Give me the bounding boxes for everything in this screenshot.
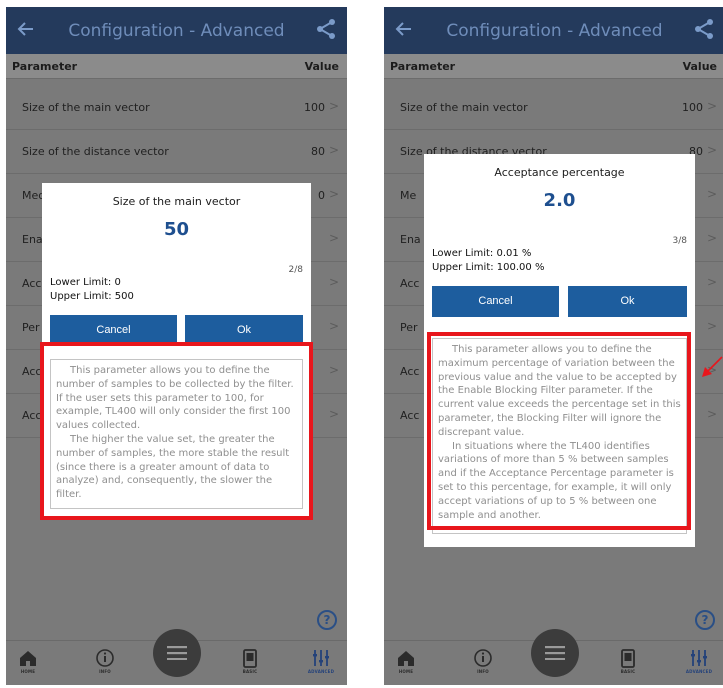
row-label: Size of the main vector	[400, 101, 528, 114]
app-header: Configuration - Advanced	[384, 7, 723, 54]
chevron-right-icon: >	[706, 99, 717, 113]
lower-limit: Lower Limit: 0.01 %	[432, 248, 532, 259]
nav-label-basic: BASIC	[620, 669, 636, 674]
home-icon	[20, 651, 36, 666]
info-icon	[474, 649, 492, 667]
nav-home[interactable]: HOME	[6, 641, 50, 685]
back-arrow-icon[interactable]	[14, 17, 38, 41]
nav-advanced[interactable]: ADVANCED	[677, 641, 721, 685]
device-icon	[243, 649, 257, 668]
row-value: 80	[311, 145, 325, 158]
share-icon[interactable]	[693, 18, 715, 40]
page-title: Configuration - Advanced	[446, 20, 663, 41]
row-label: Me	[400, 189, 417, 202]
bottom-nav: HOME INFO BASIC ADVANCED	[6, 629, 347, 685]
dialog-value[interactable]: 2.0	[424, 190, 695, 211]
dialog-title: Acceptance percentage	[494, 166, 625, 179]
chevron-right-icon: >	[706, 231, 717, 245]
row-label: Acc	[400, 365, 420, 378]
help-icon[interactable]: ?	[317, 610, 337, 630]
lower-limit: Lower Limit: 0	[50, 277, 121, 288]
page-title: Configuration - Advanced	[68, 20, 285, 41]
highlight-box-left	[40, 342, 313, 520]
column-header-parameter: Parameter	[390, 60, 456, 73]
row-label: Ena	[400, 233, 421, 246]
app-header: Configuration - Advanced	[6, 7, 347, 54]
row-label: Acc	[22, 277, 42, 290]
sliders-icon	[313, 650, 329, 666]
row-label: Size of the main vector	[22, 101, 150, 114]
nav-label-home: HOME	[20, 669, 36, 674]
upper-limit: Upper Limit: 100.00 %	[432, 262, 545, 273]
chevron-right-icon: >	[328, 231, 339, 245]
chevron-right-icon: >	[328, 407, 339, 421]
annotation-arrow-icon	[702, 356, 723, 377]
nav-label-advanced: ADVANCED	[307, 669, 335, 674]
chevron-right-icon: >	[328, 99, 339, 113]
row-label: Acc	[22, 409, 42, 422]
chevron-right-icon: >	[706, 143, 717, 157]
chevron-right-icon: >	[328, 275, 339, 289]
bottom-nav: HOME INFO BASIC ADVANCED	[384, 629, 723, 685]
chevron-right-icon: >	[706, 275, 717, 289]
row-label: Ena	[22, 233, 43, 246]
chevron-right-icon: >	[328, 319, 339, 333]
list-item[interactable]: Size of the main vector 100 >	[6, 86, 347, 130]
ok-button[interactable]: Ok	[568, 286, 687, 317]
back-arrow-icon[interactable]	[392, 17, 416, 41]
column-header-parameter: Parameter	[12, 60, 78, 73]
menu-button[interactable]	[153, 629, 201, 677]
chevron-right-icon: >	[328, 143, 339, 157]
table-header: Parameter Value	[6, 54, 347, 79]
info-icon	[96, 649, 114, 667]
sliders-icon	[691, 650, 707, 666]
nav-home[interactable]: HOME	[384, 641, 428, 685]
nav-label-home: HOME	[398, 669, 414, 674]
dialog-value[interactable]: 50	[42, 219, 311, 240]
chevron-right-icon: >	[706, 187, 717, 201]
list-item[interactable]: Size of the main vector 100 >	[384, 86, 723, 130]
row-value: 100	[304, 101, 325, 114]
chevron-right-icon: >	[706, 319, 717, 333]
dialog-title: Size of the main vector	[112, 195, 241, 208]
nav-info[interactable]: INFO	[83, 641, 127, 685]
highlight-box-right	[427, 332, 691, 530]
device-icon	[621, 649, 635, 668]
chevron-right-icon: >	[328, 187, 339, 201]
help-icon[interactable]: ?	[695, 610, 715, 630]
column-header-value: Value	[304, 60, 339, 73]
row-label: Per	[22, 321, 40, 334]
nav-info[interactable]: INFO	[461, 641, 505, 685]
dialog-step-counter: 2/8	[288, 265, 303, 275]
row-value: 100	[682, 101, 703, 114]
column-header-value: Value	[682, 60, 717, 73]
nav-label-basic: BASIC	[242, 669, 258, 674]
row-label: Acc	[22, 365, 42, 378]
menu-icon	[167, 646, 187, 660]
nav-label-info: INFO	[99, 669, 111, 674]
nav-label-info: INFO	[477, 669, 489, 674]
cancel-button[interactable]: Cancel	[432, 286, 559, 317]
nav-label-advanced: ADVANCED	[685, 669, 713, 674]
dialog-step-counter: 3/8	[672, 236, 687, 246]
menu-button[interactable]	[531, 629, 579, 677]
nav-advanced[interactable]: ADVANCED	[299, 641, 343, 685]
row-label: Per	[400, 321, 418, 334]
table-header: Parameter Value	[384, 54, 723, 79]
nav-basic[interactable]: BASIC	[228, 641, 272, 685]
row-label: Acc	[400, 277, 420, 290]
nav-basic[interactable]: BASIC	[606, 641, 650, 685]
upper-limit: Upper Limit: 500	[50, 291, 134, 302]
menu-icon	[545, 646, 565, 660]
home-icon	[398, 651, 414, 666]
row-label: Size of the distance vector	[22, 145, 169, 158]
list-item[interactable]: Size of the distance vector 80 >	[6, 130, 347, 174]
row-label: Acc	[400, 409, 420, 422]
share-icon[interactable]	[315, 18, 337, 40]
chevron-right-icon: >	[706, 407, 717, 421]
row-value: 0	[318, 189, 325, 202]
chevron-right-icon: >	[328, 363, 339, 377]
